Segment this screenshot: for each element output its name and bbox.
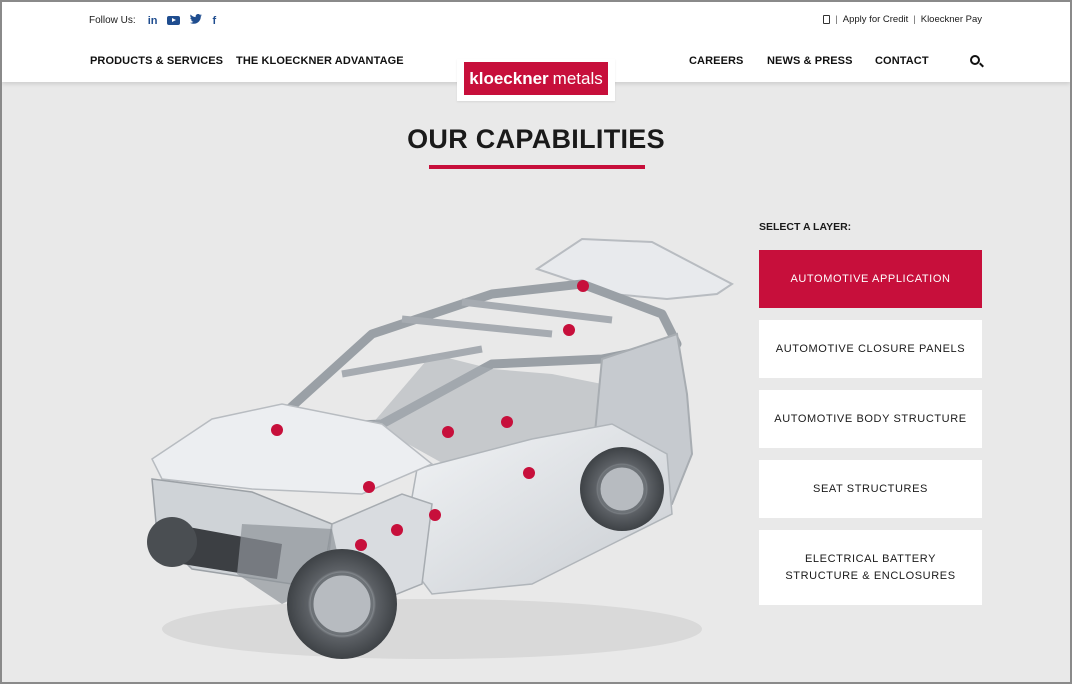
layer-seat-structures[interactable]: SEAT STRUCTURES [759,460,982,518]
twitter-icon[interactable] [190,14,203,27]
hotspot-marker[interactable] [563,324,575,336]
nav-link[interactable]: CONTACT [875,55,929,67]
nav-link[interactable]: THE KLOECKNER ADVANTAGE [236,55,404,67]
nav-contact[interactable]: CONTACT [875,55,929,67]
hotspot-marker[interactable] [523,467,535,479]
nav-link[interactable]: CAREERS [689,55,744,67]
hotspot-marker[interactable] [501,416,513,428]
hotspot-marker[interactable] [363,481,375,493]
hotspot-marker[interactable] [577,280,589,292]
calculator-icon [823,15,831,24]
kloeckner-pay-link[interactable]: Kloeckner Pay [921,14,982,25]
youtube-icon[interactable] [167,16,181,25]
nav-careers[interactable]: CAREERS [689,55,744,67]
logo-wordmark: kloeckner metals [464,62,608,95]
title-underline [429,165,645,169]
select-layer-label: SELECT A LAYER: [759,221,852,233]
nav-products-services[interactable]: PRODUCTS & SERVICES [90,55,223,67]
nav-link[interactable]: NEWS & PRESS [767,55,853,67]
utility-separator: | [913,14,916,25]
kloeckner-metals-logo[interactable]: kloeckner metals [457,59,615,101]
layer-automotive-application[interactable]: AUTOMOTIVE APPLICATION [759,250,982,308]
utility-separator: | [835,14,838,25]
nav-kloeckner-advantage[interactable]: THE KLOECKNER ADVANTAGE [236,55,404,67]
utility-links: | Apply for Credit | Kloeckner Pay [823,14,982,25]
follow-label: Follow Us: [89,15,136,26]
hotspot-marker[interactable] [442,426,454,438]
layer-automotive-body-structure[interactable]: AUTOMOTIVE BODY STRUCTURE [759,390,982,448]
logo-light-text: metals [552,68,603,88]
hotspot-marker[interactable] [355,539,367,551]
logo-bold-text: kloeckner [469,68,549,88]
nav-news-press[interactable]: NEWS & PRESS [767,55,853,67]
apply-for-credit-link[interactable]: Apply for Credit [843,14,908,25]
hotspot-marker[interactable] [271,424,283,436]
facebook-icon[interactable]: f [212,15,216,27]
search-icon[interactable] [970,55,980,65]
layer-automotive-closure-panels[interactable]: AUTOMOTIVE CLOSURE PANELS [759,320,982,378]
layer-electrical-battery-enclosures[interactable]: ELECTRICAL BATTERY STRUCTURE & ENCLOSURE… [759,530,982,605]
page: Follow Us: in f | Apply for Credit | Klo… [0,0,1072,684]
linkedin-icon[interactable]: in [148,15,158,27]
car-illustration [147,237,734,659]
page-title: OUR CAPABILITIES [407,124,665,154]
hotspot-marker[interactable] [429,509,441,521]
hotspot-marker[interactable] [391,524,403,536]
nav-link[interactable]: PRODUCTS & SERVICES [90,55,223,67]
follow-us: Follow Us: in f [89,14,216,27]
